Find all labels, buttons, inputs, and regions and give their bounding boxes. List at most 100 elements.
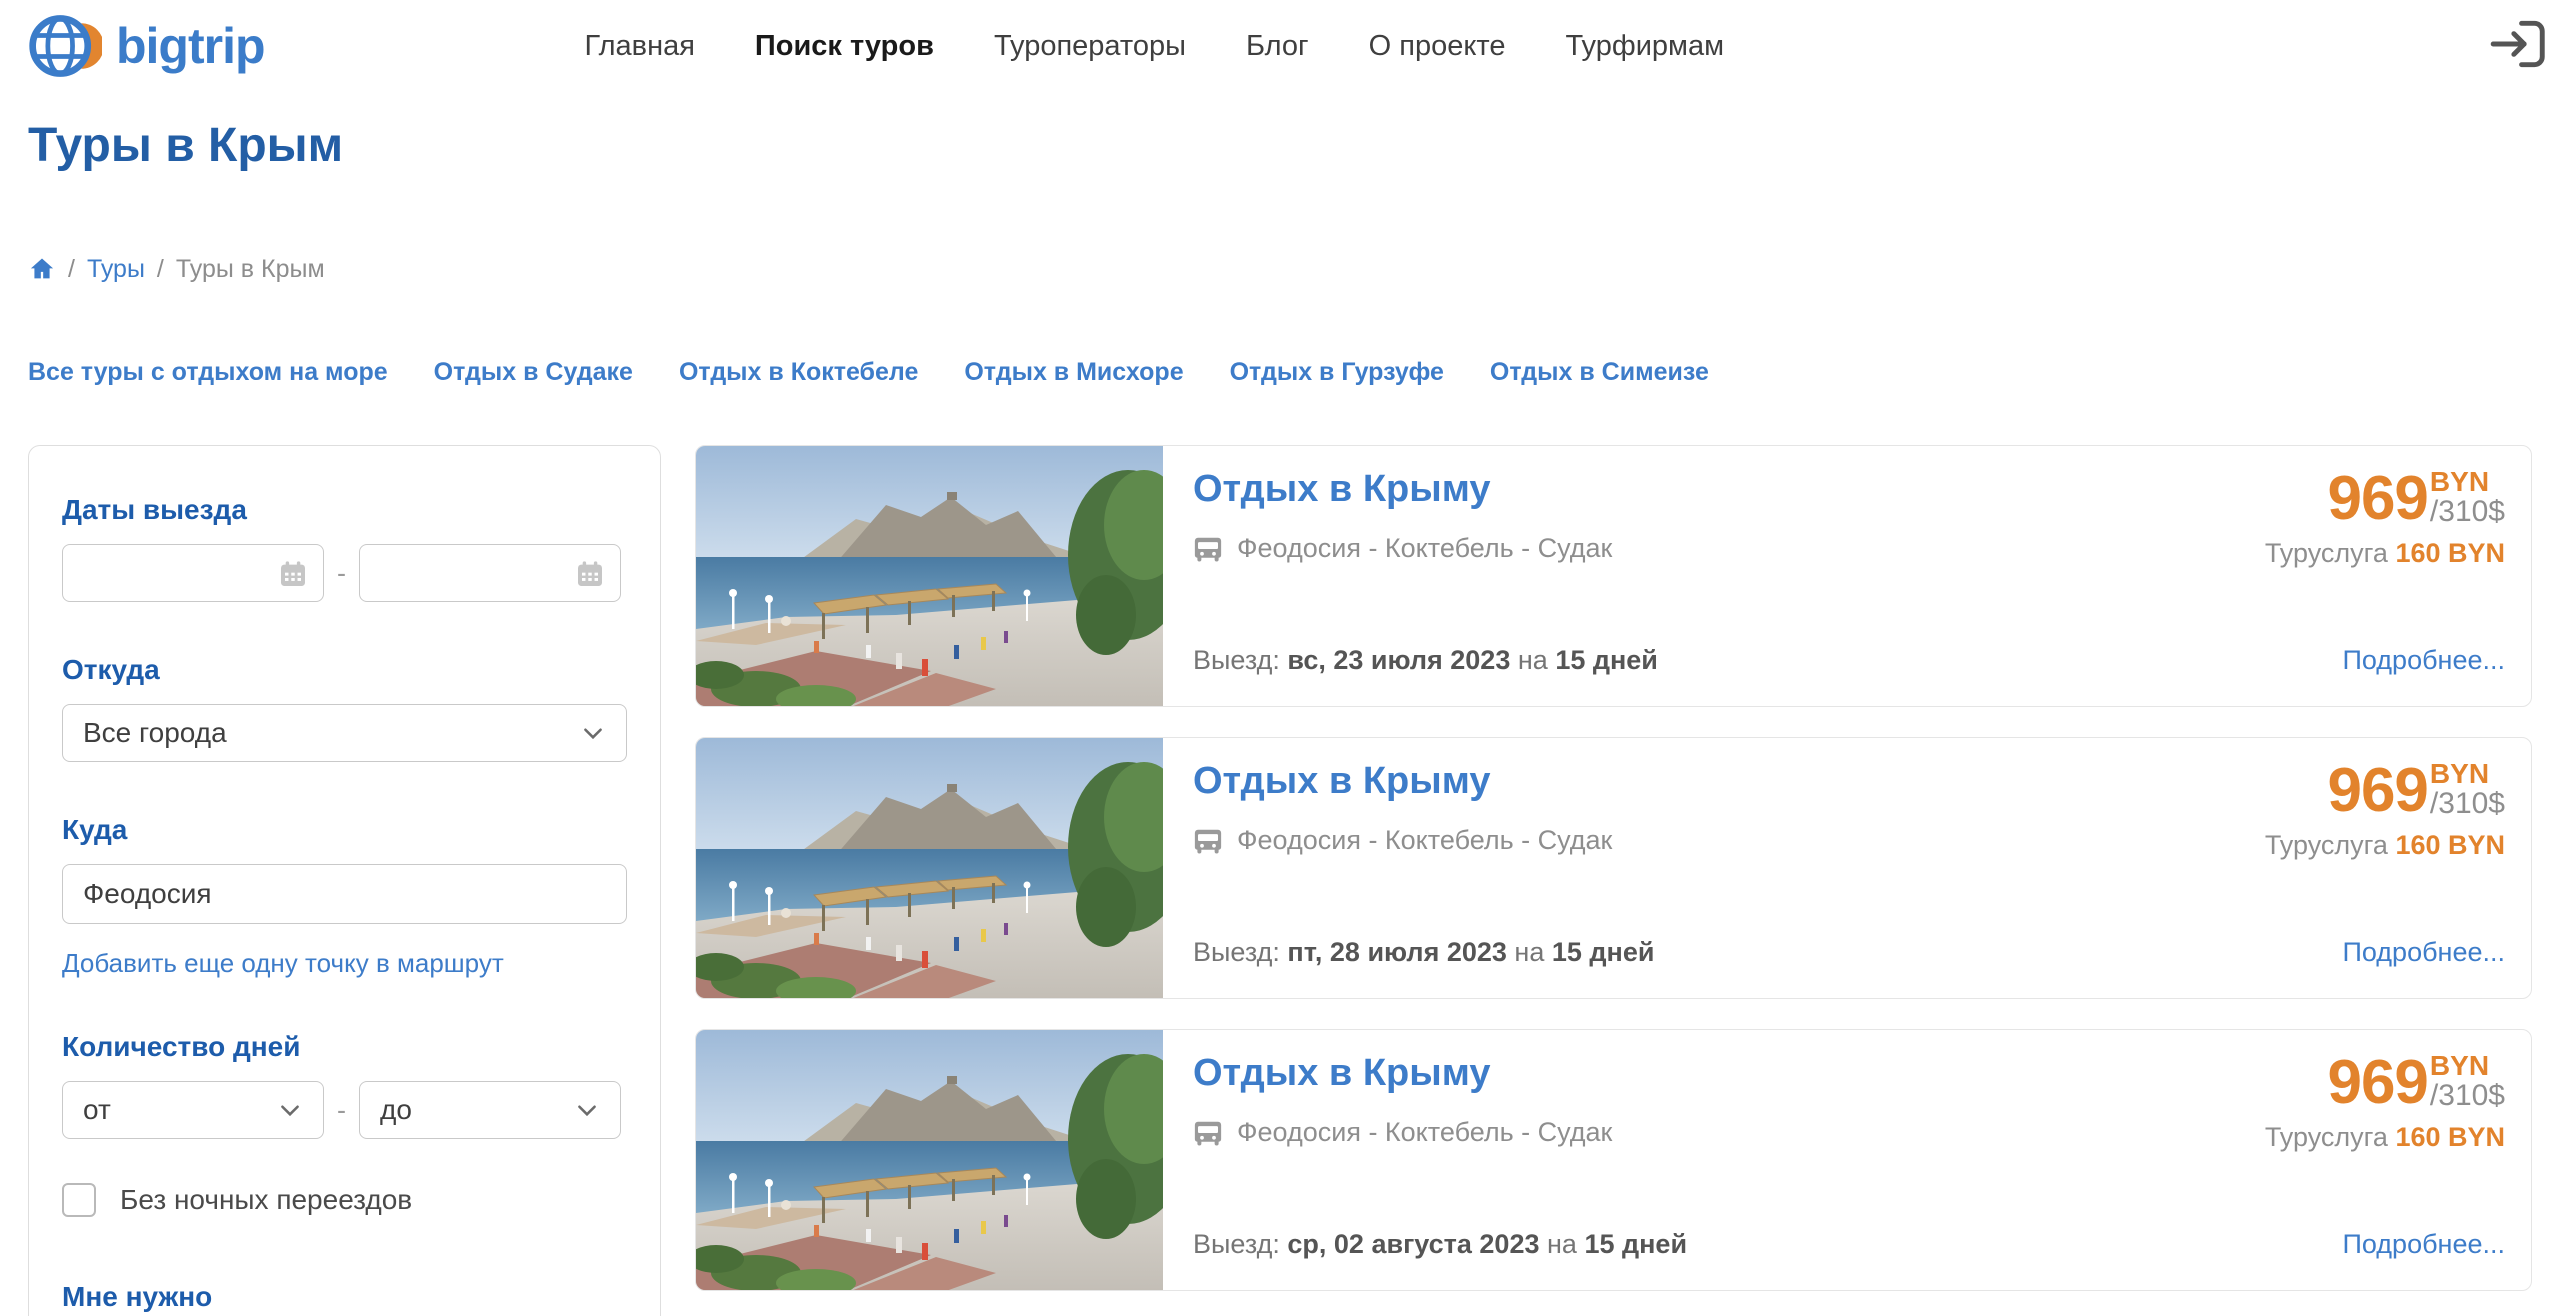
price-block: 969 BYN /310$ Туруслуга 160 BYN: [2265, 760, 2505, 861]
service-fee-value: 160 BYN: [2395, 830, 2505, 860]
breadcrumb-separator: /: [157, 255, 164, 284]
service-fee-value: 160 BYN: [2395, 538, 2505, 568]
add-route-point-link[interactable]: Добавить еще одну точку в маршрут: [62, 948, 504, 979]
filter-group-dates: Даты выезда -: [62, 494, 627, 602]
calendar-icon[interactable]: [574, 558, 606, 590]
departure-info: Выезд: пт, 28 июля 2023 на 15 дней: [1193, 937, 1654, 968]
service-fee-label: Туруслуга: [2265, 538, 2388, 568]
tour-price: 969: [2327, 760, 2427, 822]
tour-price-alt: /310$: [2430, 496, 2505, 528]
details-link[interactable]: Подробнее...: [2342, 645, 2505, 676]
tour-photo[interactable]: [696, 446, 1163, 706]
tour-duration: 15 дней: [1552, 937, 1655, 967]
origin-select[interactable]: Все города: [62, 704, 627, 762]
night-transfer-row: Без ночных переездов: [62, 1183, 627, 1217]
breadcrumb-link-tours[interactable]: Туры: [87, 255, 145, 284]
tour-route: Феодосия - Коктебель - Судак: [1237, 825, 1612, 856]
tour-card: Отдых в Крыму Феодосия - Коктебель - Суд…: [695, 445, 2532, 707]
days-label: Количество дней: [62, 1031, 627, 1063]
quick-link-koktebel[interactable]: Отдых в Коктебеле: [679, 358, 918, 388]
origin-selected-value: Все города: [83, 717, 227, 749]
destination-label: Куда: [62, 814, 627, 846]
nav-item-tour-search[interactable]: Поиск туров: [755, 30, 934, 63]
tour-list: Отдых в Крыму Феодосия - Коктебель - Суд…: [695, 445, 2532, 1316]
price-block: 969 BYN /310$ Туруслуга 160 BYN: [2265, 468, 2505, 569]
page-title: Туры в Крым: [28, 118, 2532, 174]
quick-links: Все туры с отдыхом на море Отдых в Судак…: [28, 358, 2532, 388]
tour-duration: 15 дней: [1584, 1229, 1687, 1259]
login-button[interactable]: [2488, 13, 2550, 80]
nav-item-about[interactable]: О проекте: [1369, 30, 1506, 63]
days-to-select[interactable]: до: [359, 1081, 621, 1139]
tour-title-link[interactable]: Отдых в Крыму: [1193, 468, 1490, 510]
tour-card: Отдых в Крыму Феодосия - Коктебель - Суд…: [695, 1029, 2532, 1291]
nav-item-blog[interactable]: Блог: [1246, 30, 1309, 63]
date-to-input[interactable]: [360, 545, 570, 601]
tour-card: Отдых в Крыму Феодосия - Коктебель - Суд…: [695, 737, 2532, 999]
globe-logo-icon: [26, 8, 102, 84]
service-fee-label: Туруслуга: [2265, 1122, 2388, 1152]
tour-price-alt: /310$: [2430, 788, 2505, 820]
days-from-value: от: [83, 1094, 111, 1126]
service-fee-value: 160 BYN: [2395, 1122, 2505, 1152]
bus-icon: [1193, 826, 1223, 856]
dates-separator: -: [337, 558, 346, 589]
header: bigtrip Главная Поиск туров Туроператоры…: [0, 0, 2560, 92]
details-link[interactable]: Подробнее...: [2342, 937, 2505, 968]
tour-price-currency: BYN: [2430, 1052, 2489, 1080]
night-transfer-checkbox[interactable]: [62, 1183, 96, 1217]
days-separator: -: [337, 1095, 346, 1126]
departure-info: Выезд: вс, 23 июля 2023 на 15 дней: [1193, 645, 1658, 676]
tour-price-currency: BYN: [2430, 760, 2489, 788]
nav-item-tour-operators[interactable]: Туроператоры: [994, 30, 1186, 63]
need-section-label: Мне нужно: [62, 1281, 627, 1313]
dates-label: Даты выезда: [62, 494, 627, 526]
date-from-field[interactable]: [62, 544, 324, 602]
chevron-down-icon: [580, 720, 606, 746]
home-icon[interactable]: [28, 255, 56, 283]
quick-link-miskhor[interactable]: Отдых в Мисхоре: [964, 358, 1183, 388]
logo-text: bigtrip: [116, 17, 265, 75]
tour-price: 969: [2327, 1052, 2427, 1114]
login-icon: [2488, 13, 2550, 75]
departure-date: вс, 23 июля 2023: [1287, 645, 1510, 675]
details-link[interactable]: Подробнее...: [2342, 1229, 2505, 1260]
nav-item-home[interactable]: Главная: [585, 30, 695, 63]
departure-date: ср, 02 августа 2023: [1287, 1229, 1539, 1259]
quick-link-sudak[interactable]: Отдых в Судаке: [434, 358, 633, 388]
tour-title-link[interactable]: Отдых в Крыму: [1193, 760, 1490, 802]
breadcrumb-separator: /: [68, 255, 75, 284]
tour-duration: 15 дней: [1555, 645, 1658, 675]
filter-group-destination: Куда Добавить еще одну точку в маршрут: [62, 814, 627, 979]
chevron-down-icon: [574, 1097, 600, 1123]
quick-link-simeiz[interactable]: Отдых в Симеизе: [1490, 358, 1709, 388]
filter-panel: Даты выезда -: [28, 445, 661, 1316]
quick-link-gurzuf[interactable]: Отдых в Гурзуфе: [1230, 358, 1444, 388]
filter-group-days: Количество дней от - до Без: [62, 1031, 627, 1217]
destination-input[interactable]: [62, 864, 627, 924]
origin-label: Откуда: [62, 654, 627, 686]
tour-price: 969: [2327, 468, 2427, 530]
nav-item-agencies[interactable]: Турфирмам: [1565, 30, 1724, 63]
departure-date: пт, 28 июля 2023: [1287, 937, 1507, 967]
days-to-value: до: [380, 1094, 412, 1126]
days-from-select[interactable]: от: [62, 1081, 324, 1139]
service-fee-label: Туруслуга: [2265, 830, 2388, 860]
night-transfer-label: Без ночных переездов: [120, 1184, 412, 1216]
date-to-field[interactable]: [359, 544, 621, 602]
tour-price-currency: BYN: [2430, 468, 2489, 496]
date-from-input[interactable]: [63, 545, 273, 601]
tour-photo[interactable]: [696, 1030, 1163, 1290]
departure-info: Выезд: ср, 02 августа 2023 на 15 дней: [1193, 1229, 1687, 1260]
tour-route: Феодосия - Коктебель - Судак: [1237, 533, 1612, 564]
price-block: 969 BYN /310$ Туруслуга 160 BYN: [2265, 1052, 2505, 1153]
tour-title-link[interactable]: Отдых в Крыму: [1193, 1052, 1490, 1094]
calendar-icon[interactable]: [277, 558, 309, 590]
breadcrumb-current: Туры в Крым: [176, 255, 325, 284]
logo[interactable]: bigtrip: [26, 8, 265, 84]
tour-photo[interactable]: [696, 738, 1163, 998]
tour-price-alt: /310$: [2430, 1080, 2505, 1112]
filter-group-origin: Откуда Все города: [62, 654, 627, 762]
quick-link-all-sea-tours[interactable]: Все туры с отдыхом на море: [28, 358, 388, 388]
bus-icon: [1193, 1118, 1223, 1148]
